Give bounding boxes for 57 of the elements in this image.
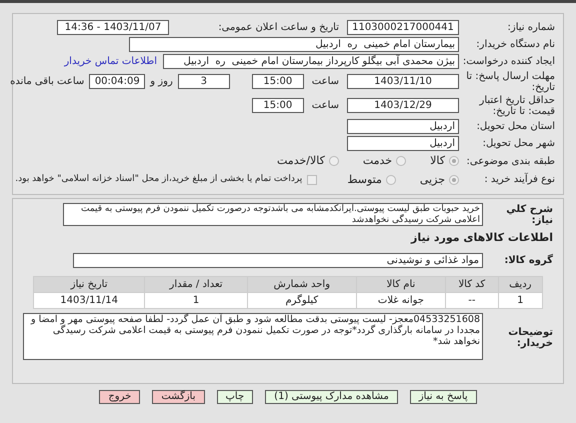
field-label: روز و [150, 76, 173, 87]
column-header: کد کالا [446, 276, 498, 292]
field-label: نام دستگاه خریدار: [475, 39, 555, 50]
field-label: توضیحات خریدار: [507, 326, 553, 348]
field-value: 1403/11/10 [347, 74, 459, 89]
field-value: 3 [178, 74, 230, 89]
field-label: ایجاد کننده درخواست: [462, 56, 555, 67]
field-label: شرح کلي نياز: [505, 204, 553, 226]
section-heading: اطلاعات کالاهای مورد نیاز [410, 230, 553, 246]
action-button[interactable]: بازگشت [152, 390, 204, 404]
table-cell: -- [446, 292, 498, 308]
field-value: مواد غذائی و نوشیدنی [73, 252, 483, 268]
summary-field[interactable]: خرید حبوبات طبق لیست پیوستی.ایرانکدمشابه می باشدتوجه درصورت تکمیل ننمودن فرم پیوستی به قیمت اعلامی شرکت رسیدگی نخواهدشد [63, 203, 483, 226]
field-label: شهر محل تحویل: [482, 138, 555, 149]
radio-label: متوسط [347, 172, 382, 188]
column-header: ردیف [498, 276, 542, 292]
action-button[interactable]: خروج [99, 390, 140, 404]
field-value: بیمارستان امام خمینی ره اردبیل [129, 37, 459, 52]
field-label: مهلت ارسال پاسخ: تا تاریخ: [465, 71, 555, 93]
action-button[interactable]: چاپ [216, 390, 254, 404]
table-cell: کیلوگرم [247, 292, 356, 308]
table-cell: 1403/11/14 [34, 292, 145, 308]
radio-label: کالا/خدمت [277, 153, 325, 169]
field-value: 15:00 [252, 74, 304, 89]
field-value: 1103000217000441 [347, 20, 459, 35]
notes-field[interactable]: 04533251608معجز- لیست پیوستی بدقت مطالعه شود و طبق آن عمل گردد- لطفا صفحه پیوستی مهر و امضا و مجددا در سامانه بارگذاری گردد*توجه در صورت تکمیل ننمودن فرم پیوستی به قیمت اعلامی شرکت رسیدگی نخواهد شد* [23, 312, 483, 360]
column-header: تاریخ نیاز [34, 276, 145, 292]
table-cell: 1 [144, 292, 248, 308]
field-value: 1403/12/29 [347, 98, 459, 113]
field-label: استان محل تحویل: [476, 121, 555, 132]
contact-link[interactable]: اطلاعات تماس خریدار [64, 54, 157, 69]
field-label: گروه کالا: [503, 254, 553, 266]
field-value: بیژن محمدی آبی بیگلو کارپرداز بیمارستان امام خمینی ره اردبیل [163, 54, 459, 69]
field-value: 15:00 [252, 98, 304, 113]
action-button[interactable]: پاسخ به نیاز [410, 390, 477, 404]
field-label: حداقل تاریخ اعتبار قیمت: تا تاریخ: [478, 95, 555, 117]
table-cell: جوانه غلات [356, 292, 446, 308]
field-label: تاریخ و ساعت اعلان عمومی: [217, 22, 339, 33]
field-label: شماره نیاز: [506, 22, 555, 33]
table-cell: 1 [498, 292, 542, 308]
countdown: 00:04:09 [89, 74, 146, 89]
field-label: ساعت باقی مانده [10, 76, 84, 87]
column-header: تعداد / مقدار [144, 276, 248, 292]
field-label: ساعت [312, 100, 339, 111]
column-header: نام کالا [356, 276, 446, 292]
field-value: 1403/11/07 - 14:36 [57, 20, 169, 35]
field-value: اردبیل [347, 136, 459, 151]
checkbox-label: پرداخت تمام یا بخشی از مبلغ خرید،از محل "اسناد خزانه اسلامی" خواهد بود. [15, 173, 302, 186]
radio-label: جزیی [420, 172, 445, 188]
field-label: طبقه بندی موضوعی: [466, 156, 555, 167]
field-label: ساعت [312, 76, 339, 87]
field-label: نوع فرآیند خرید : [483, 174, 555, 186]
radio-label: خدمت [362, 153, 392, 169]
field-value: اردبیل [347, 119, 459, 134]
column-header: واحد شمارش [247, 276, 356, 292]
radio-label: کالا [430, 153, 445, 169]
action-button[interactable]: مشاهده مدارک پیوستی (1) [265, 390, 398, 404]
